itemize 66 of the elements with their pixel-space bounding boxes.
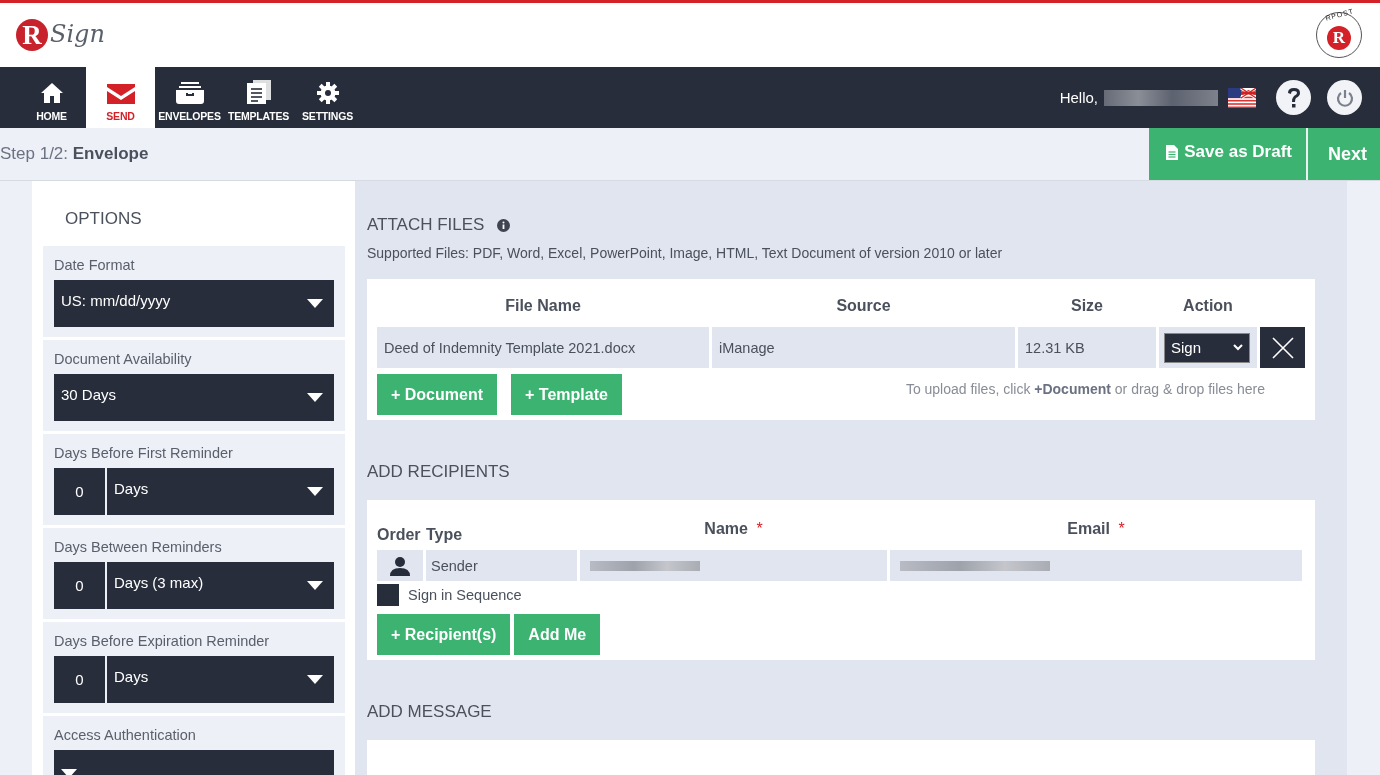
option-label: Days Before First Reminder [54, 445, 234, 461]
section-title: ATTACH FILES [367, 215, 485, 235]
option-label: Date Format [54, 257, 136, 273]
document-icon [1166, 144, 1179, 160]
dropdown[interactable]: Days (3 max) [107, 562, 334, 609]
column-header: File Name [504, 296, 582, 316]
number-field[interactable]: 0 [54, 468, 105, 515]
envelope-icon [106, 84, 135, 104]
column-header: Action [1182, 296, 1234, 316]
close-icon [1271, 336, 1294, 359]
documents-icon [246, 80, 271, 104]
greeting-text: Hello, [1059, 89, 1098, 106]
options-title: OPTIONS [64, 208, 143, 230]
remove-button[interactable] [1260, 327, 1305, 368]
nav-tab[interactable]: SEND [86, 67, 155, 128]
caret-icon [307, 487, 323, 496]
flag-icon[interactable] [1228, 87, 1256, 108]
nav-tab[interactable]: ENVELOPES [155, 67, 224, 128]
supported-files-text: Supported Files: PDF, Word, Excel, PowerPoint, Image, HTML, Text Document of version 2010 or later [367, 245, 1004, 261]
column-header: Source [835, 296, 892, 316]
nav-tab[interactable]: TEMPLATES [224, 67, 293, 128]
table-cell: 12.31 KB [1018, 327, 1156, 368]
checkbox-label: Sign in Sequence [408, 587, 522, 603]
power-icon [1335, 88, 1354, 107]
rsign-logo: R Sign [16, 19, 105, 51]
section-title: ADD MESSAGE [367, 702, 492, 722]
action-dropdown[interactable]: Sign [1164, 332, 1250, 363]
settings-icon [316, 82, 339, 104]
dropdown[interactable]: Days [107, 468, 334, 515]
dropdown[interactable]: 30 Days [54, 374, 334, 421]
column-header: Name [704, 520, 748, 537]
caret-icon [307, 393, 323, 402]
caret-icon [307, 675, 323, 684]
info-icon[interactable] [497, 218, 511, 232]
help-button[interactable] [1276, 80, 1311, 115]
step-indicator: Step 1/2: Envelope [0, 144, 149, 164]
caret-icon [307, 581, 323, 590]
section-title: ADD RECIPIENTS [367, 462, 510, 482]
chevron-icon [1233, 344, 1243, 351]
home-icon [39, 82, 64, 104]
option-label: Days Before Expiration Reminder [54, 633, 271, 649]
required-mark: * [1118, 520, 1125, 537]
option-label: Days Between Reminders [54, 539, 223, 555]
option-label: Document Availability [54, 351, 193, 367]
nav-tab[interactable]: SETTINGS [293, 67, 362, 128]
power-button[interactable] [1327, 80, 1362, 115]
help-icon [1285, 86, 1302, 109]
number-field[interactable]: 0 [54, 562, 105, 609]
column-header: Order [377, 526, 421, 543]
dropdown[interactable]: US: mm/dd/yyyy [54, 280, 334, 327]
dropdown[interactable]: Days [107, 656, 334, 703]
number-field[interactable]: 0 [54, 656, 105, 703]
column-header: Type [426, 526, 463, 543]
option-label: Access Authentication [54, 727, 197, 743]
upload-hint: To upload files, click +Document or drag & drop files here [905, 380, 1265, 397]
table-cell: Sender [426, 550, 577, 581]
person-icon [390, 555, 410, 576]
caret-icon [307, 299, 323, 308]
nav-tab[interactable]: HOME [17, 67, 86, 128]
column-header: Size [1070, 296, 1104, 316]
table-cell: iManage [712, 327, 1015, 368]
required-mark: * [756, 520, 763, 537]
checkbox[interactable] [377, 584, 399, 606]
drawer-icon [175, 82, 204, 104]
table-cell: Deed of Indemnity Template 2021.docx [377, 327, 709, 368]
column-header: Email [1067, 520, 1110, 537]
